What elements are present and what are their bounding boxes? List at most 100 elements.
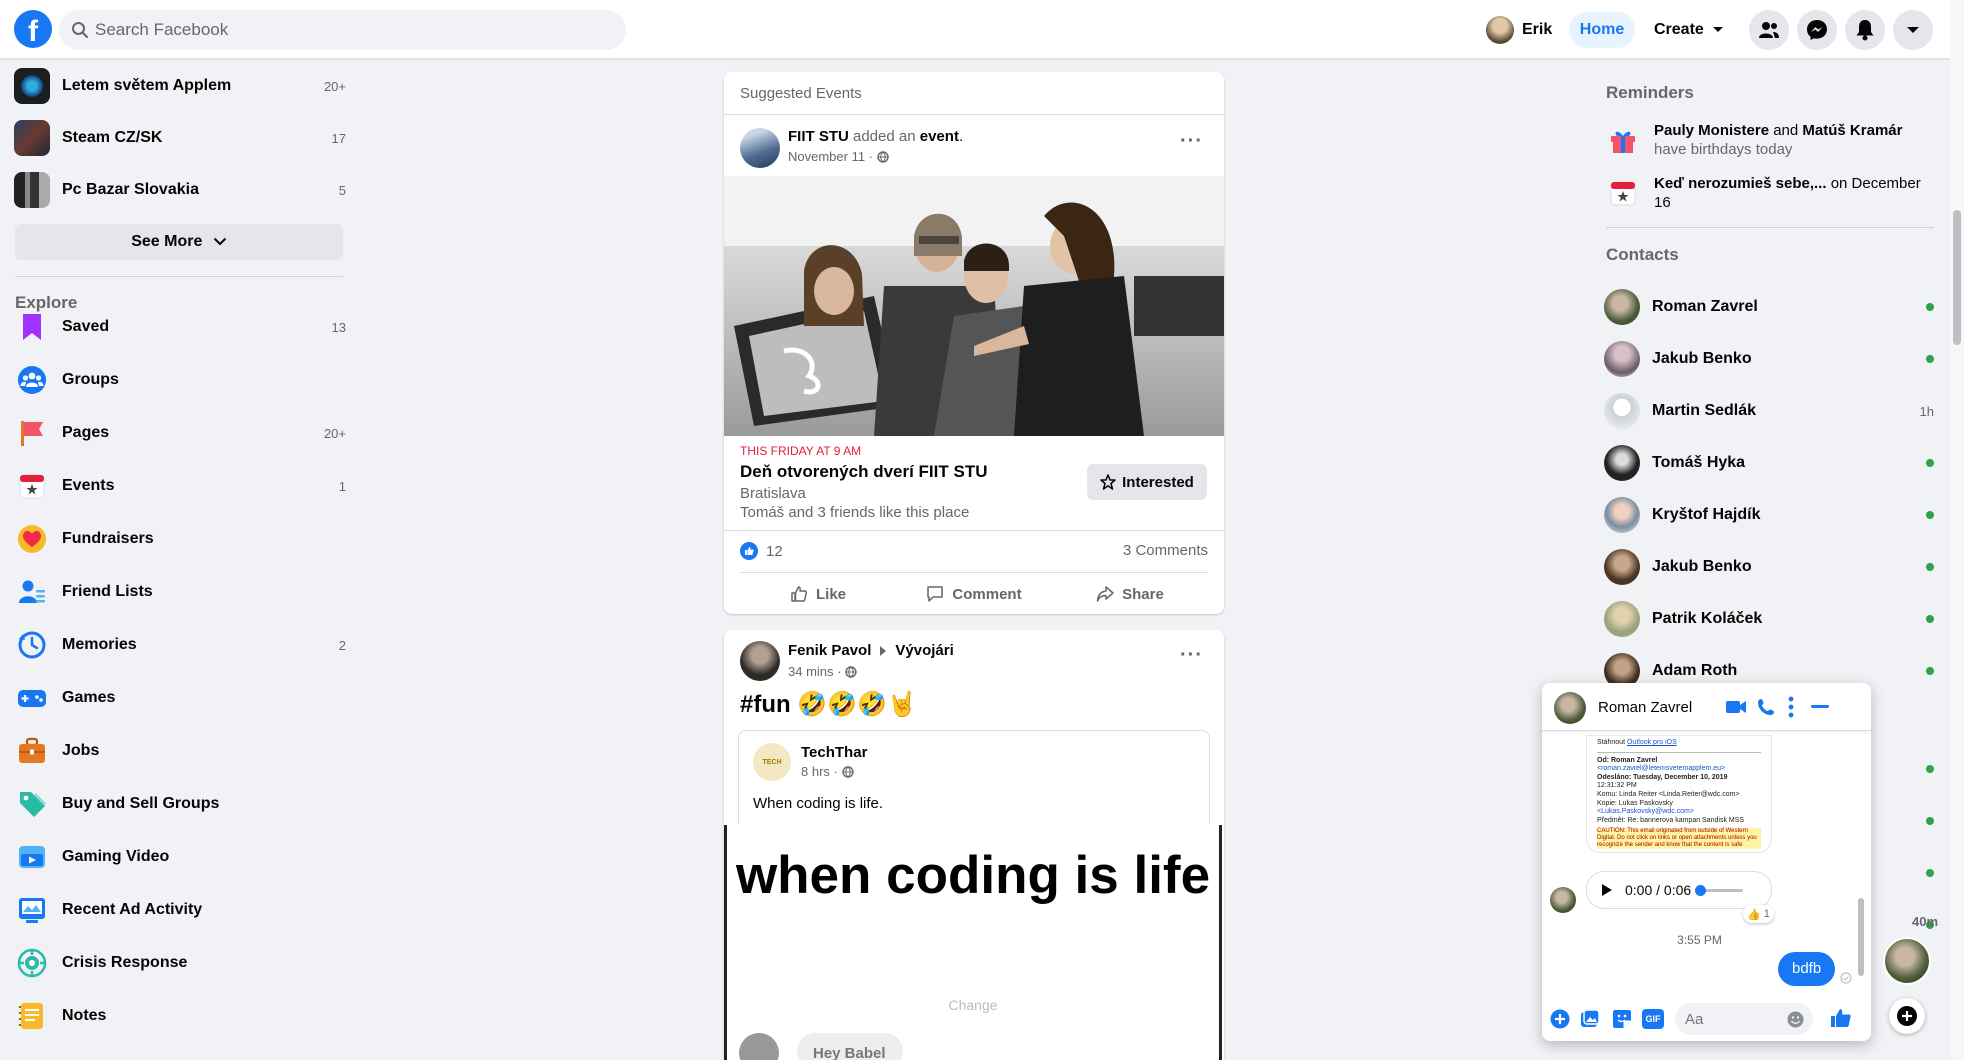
comment-button[interactable]: Comment — [896, 577, 1052, 611]
search-input[interactable] — [95, 10, 595, 50]
like-button[interactable]: Like — [740, 577, 896, 611]
page-scrollbar[interactable] — [1950, 0, 1964, 1060]
online-indicator — [1926, 869, 1934, 877]
chat-head-avatar[interactable] — [1883, 937, 1931, 985]
sidebar-item-events[interactable]: Events 1 — [14, 461, 346, 511]
sidebar-item-crisis-response[interactable]: Crisis Response — [14, 938, 346, 988]
see-more-button[interactable]: See More — [15, 224, 343, 260]
sidebar-item-buy-and-sell-groups[interactable]: Buy and Sell Groups — [14, 779, 346, 829]
event-reminder[interactable]: Keď nerozumieš sebe,... on December 16 — [1606, 174, 1936, 218]
tag-icon — [14, 786, 50, 822]
facebook-logo[interactable]: f — [14, 10, 52, 48]
avatar — [1604, 341, 1640, 377]
gif-icon[interactable]: GIF — [1642, 1009, 1664, 1029]
avatar[interactable] — [1554, 692, 1586, 724]
group-link[interactable]: Vývojári — [895, 642, 953, 659]
online-indicator — [1926, 511, 1934, 519]
post-timestamp[interactable]: 34 mins · — [788, 664, 858, 679]
group-item[interactable]: Pc Bazar Slovakia 5 — [14, 165, 346, 215]
share-button[interactable]: Share — [1052, 577, 1208, 611]
contact-item[interactable]: Tomáš Hyka — [1604, 437, 1934, 489]
avatar — [1604, 393, 1640, 429]
comments-count[interactable]: 3 Comments — [1123, 542, 1208, 559]
sidebar-item-notes[interactable]: Notes — [14, 991, 346, 1041]
chevron-down-icon — [1712, 27, 1723, 32]
message-input-wrapper[interactable] — [1675, 1003, 1813, 1035]
post-timestamp[interactable]: November 11 · — [788, 149, 889, 164]
audio-scrubber[interactable] — [1695, 884, 1707, 896]
online-indicator — [1926, 355, 1934, 363]
chat-contact-name[interactable]: Roman Zavrel — [1598, 699, 1692, 716]
gamepad-icon — [14, 680, 50, 716]
thumbs-up-send-icon[interactable] — [1830, 1007, 1852, 1029]
chat-window: Roman Zavrel Stáhnout Outlook pro iOS Od… — [1542, 683, 1871, 1041]
crisis-icon — [14, 945, 50, 981]
sidebar-item-pages[interactable]: Pages 20+ — [14, 408, 346, 458]
group-item[interactable]: Letem světem Applem 20+ — [14, 61, 346, 111]
interested-button[interactable]: Interested — [1087, 464, 1207, 500]
audio-progress[interactable] — [1695, 884, 1744, 896]
add-attachment-icon[interactable] — [1550, 1009, 1570, 1029]
home-button[interactable]: Home — [1569, 12, 1635, 48]
my-message[interactable]: bdfb — [1778, 952, 1836, 986]
contact-item[interactable]: Martin Sedlák 1h — [1604, 385, 1934, 437]
create-button[interactable]: Create — [1654, 12, 1724, 48]
more-options-icon[interactable]: ··· — [1180, 130, 1203, 153]
likes-summary[interactable]: 12 — [740, 542, 783, 560]
sidebar-item-fundraisers[interactable]: Fundraisers — [14, 514, 346, 564]
online-indicator — [1926, 459, 1934, 467]
sidebar-item-friend-lists[interactable]: Friend Lists — [14, 567, 346, 617]
chat-scrollbar-thumb[interactable] — [1858, 898, 1864, 976]
scrollbar-thumb[interactable] — [1953, 210, 1961, 345]
audio-message[interactable]: 0:00 / 0:06 — [1586, 871, 1772, 909]
event-photo-illustration — [724, 176, 1224, 436]
contact-item[interactable]: Patrik Koláček — [1604, 593, 1934, 645]
meme-image[interactable]: when coding is life Change Hey Babel — [724, 825, 1222, 1060]
contact-item[interactable]: Jakub Benko — [1604, 541, 1934, 593]
photo-icon[interactable] — [1580, 1009, 1600, 1029]
message-reaction[interactable]: 👍 1 — [1743, 905, 1774, 923]
sidebar-item-jobs[interactable]: Jobs — [14, 726, 346, 776]
emoji-icon[interactable] — [1787, 1011, 1804, 1028]
group-item[interactable]: Steam CZ/SK 17 — [14, 113, 346, 163]
globe-icon — [877, 150, 889, 163]
contact-item[interactable]: Roman Zavrel — [1604, 281, 1934, 333]
video-call-icon[interactable] — [1725, 699, 1747, 715]
friend-list-icon — [14, 574, 50, 610]
post-header: Fenik Pavol Vývojári — [788, 642, 954, 659]
people-button[interactable] — [1749, 10, 1789, 50]
avatar — [1604, 445, 1640, 481]
author-link[interactable]: FIIT STU — [788, 128, 849, 145]
notifications-button[interactable] — [1845, 10, 1885, 50]
account-menu-button[interactable] — [1893, 10, 1933, 50]
star-icon — [1100, 474, 1116, 490]
minimize-icon[interactable] — [1811, 705, 1829, 709]
event-name[interactable]: Deň otvorených dverí FIIT STU — [740, 462, 988, 482]
avatar[interactable] — [740, 641, 780, 681]
search-box[interactable] — [59, 10, 626, 50]
contact-item[interactable]: Jakub Benko — [1604, 333, 1934, 385]
profile-link[interactable]: Erik — [1486, 14, 1552, 46]
phone-icon[interactable] — [1757, 698, 1775, 716]
message-input[interactable] — [1685, 1003, 1780, 1035]
sidebar-item-recent-ad-activity[interactable]: Recent Ad Activity — [14, 885, 346, 935]
sidebar-item-games[interactable]: Games — [14, 673, 346, 723]
sticker-icon[interactable] — [1612, 1009, 1632, 1029]
shared-author[interactable]: TechThar — [801, 744, 867, 761]
contact-item[interactable]: Kryštof Hajdík — [1604, 489, 1934, 541]
sidebar-item-groups[interactable]: Groups — [14, 355, 346, 405]
birthday-reminder[interactable]: Pauly Monistere and Matúš Kramár have bi… — [1606, 121, 1936, 165]
more-options-icon[interactable]: ··· — [1180, 644, 1203, 667]
event-photo[interactable] — [724, 176, 1224, 436]
sidebar-item-saved[interactable]: Saved 13 — [14, 302, 346, 352]
avatar[interactable] — [740, 128, 780, 168]
play-icon[interactable] — [1601, 883, 1613, 897]
messenger-button[interactable] — [1797, 10, 1837, 50]
author-link[interactable]: Fenik Pavol — [788, 642, 871, 659]
sidebar-item-memories[interactable]: Memories 2 — [14, 620, 346, 670]
email-screenshot-message[interactable]: Stáhnout Outlook pro iOS Od: Roman Zavre… — [1586, 735, 1772, 853]
new-message-button[interactable] — [1889, 998, 1925, 1034]
comment-icon — [927, 586, 944, 602]
sidebar-item-gaming-video[interactable]: Gaming Video — [14, 832, 346, 882]
more-options-icon[interactable] — [1788, 696, 1794, 718]
